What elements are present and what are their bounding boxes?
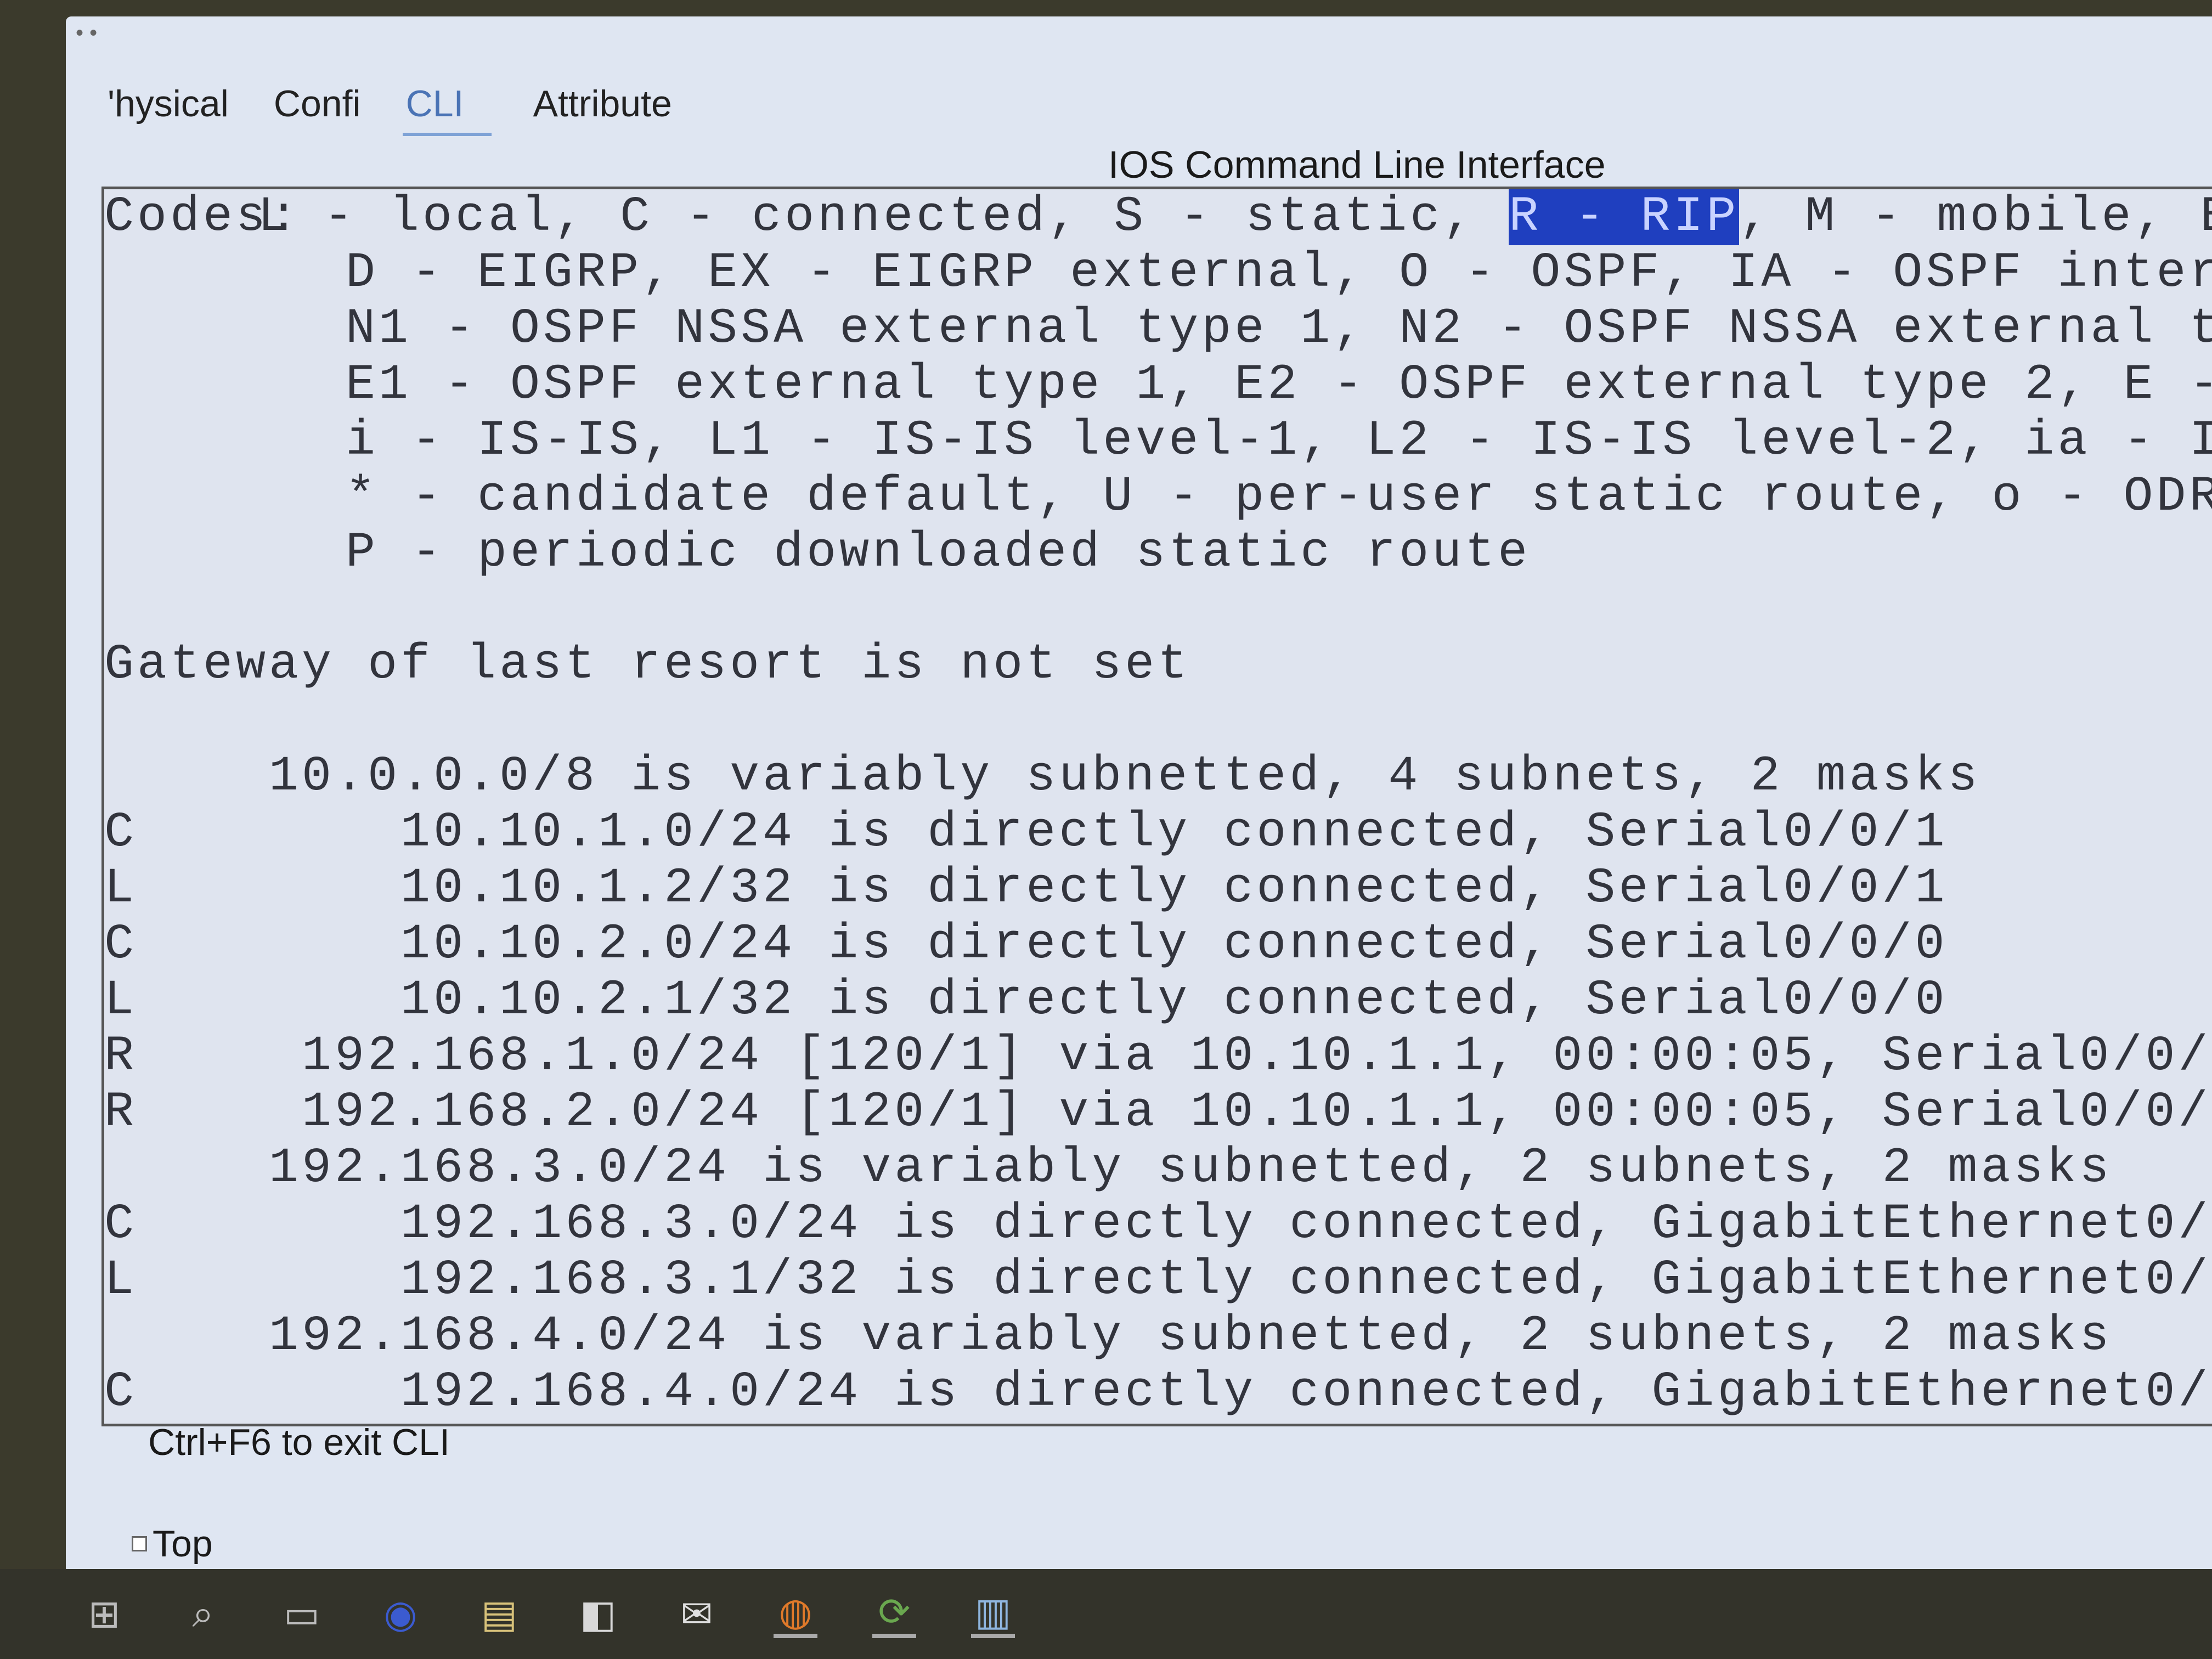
route-line: C 192.168.3.0/24 is directly connected, …: [104, 1197, 2212, 1252]
store-icon[interactable]: ◧: [576, 1592, 620, 1636]
search-icon[interactable]: ⌕: [181, 1592, 225, 1636]
route-line: R 192.168.1.0/24 [120/1] via 10.10.1.1, …: [104, 1029, 2212, 1085]
tab-bar: 'hysical Confi CLI Attribute: [104, 82, 675, 136]
codes-label: Codes:: [104, 189, 302, 245]
top-checkbox[interactable]: Top: [132, 1522, 213, 1565]
app-window: • • 'hysical Confi CLI Attribute IOS Com…: [66, 16, 2212, 1569]
codes-line: D - EIGRP, EX - EIGRP external, O - OSPF…: [346, 245, 2212, 301]
file-explorer-icon[interactable]: ▤: [477, 1592, 521, 1636]
gateway-line: Gateway of last resort is not set: [104, 637, 1191, 693]
route-line: 10.0.0.0/8 is variably subnetted, 4 subn…: [104, 749, 1981, 805]
window-controls[interactable]: • •: [76, 21, 97, 46]
route-line: L 10.10.2.1/32 is directly connected, Se…: [104, 973, 1948, 1029]
tab-config[interactable]: Confi: [270, 82, 364, 136]
mail-icon[interactable]: ✉: [675, 1592, 719, 1636]
top-checkbox-label: Top: [153, 1523, 213, 1565]
codes-line: E1 - OSPF external type 1, E2 - OSPF ext…: [346, 357, 2212, 413]
route-line: C 192.168.4.0/24 is directly connected, …: [104, 1364, 2212, 1420]
tab-cli[interactable]: CLI: [402, 82, 492, 136]
exit-hint: Ctrl+F6 to exit CLI: [148, 1421, 450, 1463]
cli-terminal[interactable]: Codes:L - local, C - connected, S - stat…: [101, 187, 2212, 1426]
checkbox-icon[interactable]: [132, 1536, 147, 1551]
cli-title: IOS Command Line Interface: [1108, 143, 1606, 186]
codes-line: N1 - OSPF NSSA external type 1, N2 - OSP…: [346, 301, 2212, 357]
codes-line: P - periodic downloaded static route: [346, 525, 1531, 581]
tab-physical[interactable]: 'hysical: [104, 82, 232, 136]
codes-line: i - IS-IS, L1 - IS-IS level-1, L2 - IS-I…: [346, 413, 2212, 469]
packet-tracer-icon[interactable]: ▥: [971, 1590, 1015, 1638]
tab-attributes[interactable]: Attribute: [530, 82, 675, 136]
route-line: R 192.168.2.0/24 [120/1] via 10.10.1.1, …: [104, 1085, 2212, 1141]
task-view-icon[interactable]: ▭: [280, 1592, 324, 1636]
route-line: 192.168.4.0/24 is variably subnetted, 2 …: [104, 1308, 2113, 1364]
codes-line: * - candidate default, U - per-user stat…: [346, 469, 2212, 525]
windows-start-icon[interactable]: ⊞: [82, 1592, 126, 1636]
refresh-app-icon[interactable]: ⟳: [872, 1590, 916, 1638]
browser-icon[interactable]: ◉: [379, 1592, 422, 1636]
firefox-icon[interactable]: ◍: [774, 1590, 817, 1638]
route-line: 192.168.3.0/24 is variably subnetted, 2 …: [104, 1141, 2113, 1197]
selected-text: R - RIP: [1509, 189, 1740, 245]
route-line: L 192.168.3.1/32 is directly connected, …: [104, 1252, 2212, 1308]
taskbar: ⊞ ⌕ ▭ ◉ ▤ ◧ ✉ ◍ ⟳ ▥: [0, 1569, 2212, 1659]
codes-line: Codes:L - local, C - connected, S - stat…: [104, 189, 2212, 245]
route-line: C 10.10.2.0/24 is directly connected, Se…: [104, 917, 1948, 973]
route-line: C 10.10.1.0/24 is directly connected, Se…: [104, 805, 1948, 861]
route-line: L 10.10.1.2/32 is directly connected, Se…: [104, 861, 1948, 917]
